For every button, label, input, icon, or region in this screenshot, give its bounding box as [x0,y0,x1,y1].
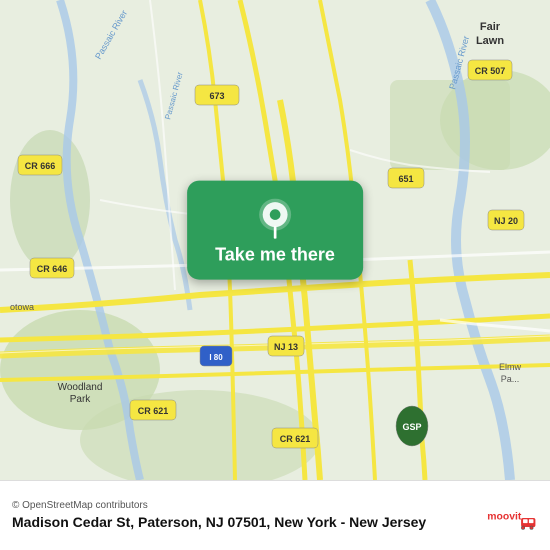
location-pin-icon [255,199,295,239]
svg-text:I 80: I 80 [209,353,223,362]
svg-text:CR 507: CR 507 [475,66,506,76]
svg-text:moovit: moovit [487,511,522,522]
svg-text:CR 621: CR 621 [138,406,169,416]
svg-text:Lawn: Lawn [476,35,504,47]
info-bar: © OpenStreetMap contributors Madison Ced… [0,480,550,550]
svg-text:NJ 13: NJ 13 [274,342,298,352]
svg-text:Woodland: Woodland [58,382,103,393]
svg-text:Pa...: Pa... [501,374,520,384]
svg-text:GSP: GSP [402,422,421,432]
svg-text:CR 621: CR 621 [280,434,311,444]
moovit-logo: moovit [486,498,538,534]
svg-text:673: 673 [209,91,224,101]
svg-text:NJ 20: NJ 20 [494,216,518,226]
address-text: Madison Cedar St, Paterson, NJ 07501, Ne… [12,513,476,531]
svg-text:651: 651 [398,174,413,184]
map-container: 673 CR 666 CR 646 CR 507 651 NJ 20 NJ 13… [0,0,550,480]
take-me-there-label: Take me there [215,245,335,266]
button-overlay: Take me there [187,181,363,280]
copyright-text: © OpenStreetMap contributors [12,500,476,511]
take-me-there-button[interactable]: Take me there [187,181,363,280]
moovit-logo-svg: moovit [486,498,538,534]
svg-text:CR 646: CR 646 [37,264,68,274]
svg-text:CR 666: CR 666 [25,161,56,171]
svg-text:Elmw: Elmw [499,362,521,372]
svg-text:Fair: Fair [480,21,501,33]
svg-text:Park: Park [70,394,92,405]
info-text-block: © OpenStreetMap contributors Madison Ced… [12,500,476,531]
svg-text:otowa: otowa [10,302,34,312]
